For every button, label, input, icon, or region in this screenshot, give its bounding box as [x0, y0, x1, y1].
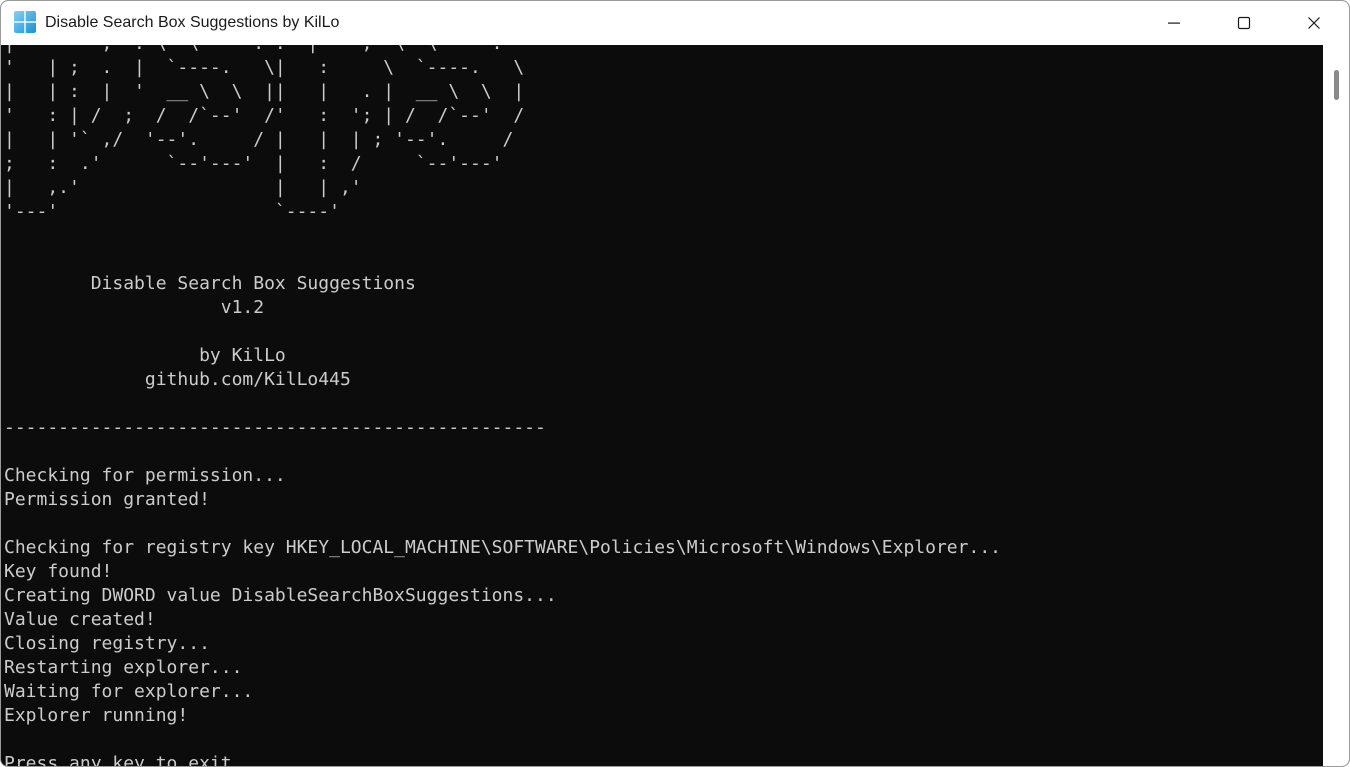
console-line: Closing registry...	[4, 633, 210, 654]
console-line: Key found!	[4, 561, 113, 582]
terminal-app-icon	[14, 11, 36, 33]
maximize-button[interactable]	[1209, 1, 1279, 45]
console-line: | ,.' | | ,'	[4, 177, 362, 198]
minimize-icon	[1166, 15, 1182, 31]
console-line: Permission granted!	[4, 489, 210, 510]
console-line: ----------------------------------------…	[4, 417, 546, 438]
console-line: | | '` ,/ '--'. / | | | ; '--'. /	[4, 129, 514, 150]
console-line: by KilLo	[4, 345, 286, 366]
console-line: github.com/KilLo445	[4, 369, 351, 390]
console-output[interactable]: | ' ' ; : \ \ `. : | ; \ \ `. ' | ; . | …	[1, 45, 1323, 767]
maximize-icon	[1236, 15, 1252, 31]
scrollbar-thumb[interactable]	[1334, 70, 1339, 100]
title-bar[interactable]: Disable Search Box Suggestions by KilLo	[1, 1, 1349, 45]
console-text: | ' ' ; : \ \ `. : | ; \ \ `. ' | ; . | …	[4, 45, 1001, 767]
console-line: Press any key to exit...	[4, 753, 265, 767]
console-line: '---' `----'	[4, 201, 340, 222]
console-line: Creating DWORD value DisableSearchBoxSug…	[4, 585, 557, 606]
minimize-button[interactable]	[1139, 1, 1209, 45]
window-title: Disable Search Box Suggestions by KilLo	[45, 14, 340, 31]
close-button[interactable]	[1279, 1, 1349, 45]
console-line: Value created!	[4, 609, 156, 630]
console-line: ' | ; . | `----. \| : \ `----. \	[4, 57, 525, 78]
console-window: Disable Search Box Suggestions by KilLo …	[0, 0, 1350, 767]
close-icon	[1306, 15, 1322, 31]
console-line: Checking for registry key HKEY_LOCAL_MAC…	[4, 537, 1001, 558]
console-line: | ' ' ; : \ \ `. : | ; \ \ `.	[4, 45, 503, 54]
console-line: ; : .' `--'---' | : / `--'---'	[4, 153, 503, 174]
console-line: ' : | / ; / /`--' /' : '; | / /`--' /	[4, 105, 525, 126]
console-line: Explorer running!	[4, 705, 189, 726]
console-line: Restarting explorer...	[4, 657, 243, 678]
console-line: Disable Search Box Suggestions	[4, 273, 416, 294]
console-line: Waiting for explorer...	[4, 681, 254, 702]
console-line: Checking for permission...	[4, 465, 286, 486]
console-line: | | : | ' __ \ \ || | . | __ \ \ |	[4, 81, 525, 102]
console-line: v1.2	[4, 297, 265, 318]
vertical-scrollbar[interactable]	[1323, 45, 1349, 766]
